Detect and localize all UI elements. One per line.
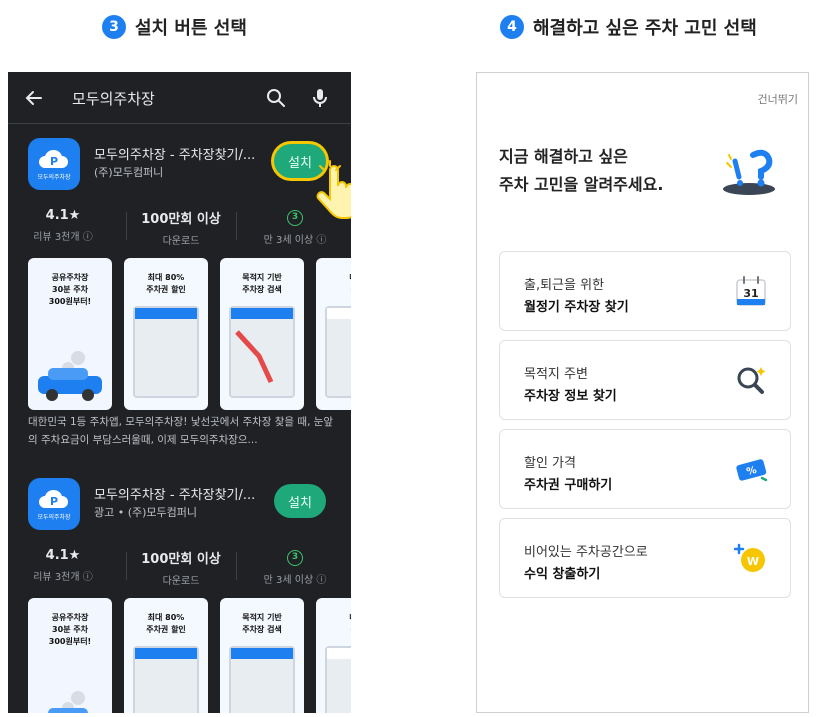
svg-text:P: P <box>50 495 58 508</box>
screenshot-4[interactable]: 내 주 유료 <box>316 258 351 410</box>
option-earn-income[interactable]: 비어있는 주차공간으로 수익 창출하기 W <box>499 518 791 598</box>
option-discount-ticket[interactable]: 할인 가격 주차권 구매하기 % <box>499 429 791 509</box>
install-button[interactable]: 설치 <box>274 484 326 518</box>
step-4-heading: 4 해결하고 싶은 주차 고민 선택 <box>500 14 757 40</box>
option-subtitle: 할인 가격 <box>524 456 576 471</box>
screenshot-4[interactable]: 내 주 유료 <box>316 598 351 713</box>
screenshot-caption: 내 주 유료 <box>316 612 351 636</box>
app-stats: 4.1★ 리뷰 3천개 ⓘ 100만회 이상 다운로드 3 만 3세 이상 ⓘ <box>8 548 351 588</box>
age-rating-badge: 3 <box>287 550 303 566</box>
review-count[interactable]: 리뷰 3천개 ⓘ <box>28 228 98 243</box>
option-subtitle: 출,퇴근을 위한 <box>524 278 605 293</box>
screenshot-carousel[interactable]: 공유주차장 30분 주차 300원부터! 최대 80% 주차권 할인 목적지 기… <box>28 598 351 713</box>
option-title: 주차권 구매하기 <box>524 478 613 493</box>
calendar-icon: 31 <box>736 276 766 306</box>
screenshot-3[interactable]: 목적지 기반 주차장 검색 <box>220 258 304 410</box>
review-count[interactable]: 리뷰 3천개 ⓘ <box>28 568 98 583</box>
app-icon[interactable]: P 모두의주차장 <box>28 138 80 190</box>
option-monthly-parking[interactable]: 출,퇴근을 위한 월정기 주차장 찾기 31 <box>499 251 791 331</box>
magnifier-icon <box>737 367 766 394</box>
screenshot-3[interactable]: 목적지 기반 주차장 검색 <box>220 598 304 713</box>
screenshot-caption: 공유주차장 30분 주차 300원부터! <box>48 273 92 306</box>
car-illustration <box>38 351 102 401</box>
rating-value: 4.1★ <box>45 548 81 563</box>
step-number-badge: 3 <box>102 15 126 39</box>
step-title: 설치 버튼 선택 <box>135 18 247 39</box>
app-developer: (주)모두컴퍼니 <box>94 166 164 179</box>
back-arrow-icon[interactable] <box>22 86 46 110</box>
headline-line-1: 지금 해결하고 싶은 <box>499 147 628 166</box>
screenshot-caption: 목적지 기반 주차장 검색 <box>242 273 282 294</box>
parking-cloud-icon: P <box>39 149 68 168</box>
parking-cloud-icon: P <box>39 489 68 508</box>
screenshot-1[interactable]: 공유주차장 30분 주차 300원부터! <box>28 598 112 713</box>
option-title: 수익 창출하기 <box>524 567 601 582</box>
app-stats: 4.1★ 리뷰 3천개 ⓘ 100만회 이상 다운로드 3 만 3세 이상 ⓘ <box>8 208 351 248</box>
search-bar: 모두의주차장 <box>8 72 351 124</box>
onboarding-headline: 지금 해결하고 싶은 주차 고민을 알려주세요. <box>499 143 663 199</box>
screenshot-1[interactable]: 공유주차장 30분 주차 300원부터! <box>28 258 112 410</box>
skip-link[interactable]: 건너뛰기 <box>758 91 798 107</box>
play-store-screen: 모두의주차장 P 모두의주차장 모두의주차장 - 주차장찾기/... (주)모두… <box>8 72 351 713</box>
option-subtitle: 비어있는 주차공간으로 <box>524 545 648 560</box>
age-rating-badge: 3 <box>287 210 303 226</box>
screenshot-caption: 목적지 기반 주차장 검색 <box>242 613 282 634</box>
screenshot-2[interactable]: 최대 80% 주차권 할인 <box>124 598 208 713</box>
option-subtitle: 목적지 주변 <box>524 367 588 382</box>
app-description[interactable]: 대한민국 1등 주차앱, 모두의주차장! 낯선곳에서 주차장 찾을 때, 눈앞의… <box>28 413 338 449</box>
question-hole-icon <box>723 149 775 195</box>
app-icon-label: 모두의주차장 <box>37 173 71 181</box>
screenshot-caption: 공유주차장 30분 주차 300원부터! <box>48 613 92 646</box>
search-query[interactable]: 모두의주차장 <box>72 88 155 109</box>
option-destination-parking[interactable]: 목적지 주변 주차장 정보 찾기 <box>499 340 791 420</box>
mic-icon[interactable] <box>308 86 332 110</box>
screenshot-carousel[interactable]: 공유주차장 30분 주차 300원부터! 최대 80% 주차권 할인 목적지 기… <box>28 258 351 410</box>
screenshot-caption: 최대 80% 주차권 할인 <box>146 273 186 294</box>
headline-line-2: 주차 고민을 알려주세요. <box>499 175 664 194</box>
svg-text:W: W <box>747 555 759 568</box>
downloads-value: 100만회 이상 <box>141 212 221 227</box>
discount-ticket-icon: % <box>736 459 768 482</box>
coin-icon: W <box>734 543 765 572</box>
screenshot-2[interactable]: 최대 80% 주차권 할인 <box>124 258 208 410</box>
step-3-heading: 3 설치 버튼 선택 <box>102 14 247 40</box>
age-rating-label[interactable]: 만 3세 이상 ⓘ <box>252 571 338 586</box>
step-title: 해결하고 싶은 주차 고민 선택 <box>533 18 757 39</box>
route-line <box>235 330 274 384</box>
car-illustration <box>48 691 88 713</box>
downloads-value: 100만회 이상 <box>141 552 221 567</box>
app-icon-label: 모두의주차장 <box>37 513 71 521</box>
option-title: 월정기 주차장 찾기 <box>524 300 629 315</box>
downloads-label: 다운로드 <box>162 236 200 247</box>
screenshot-caption: 최대 80% 주차권 할인 <box>146 613 186 634</box>
rating-value: 4.1★ <box>45 208 81 223</box>
onboarding-screen: 건너뛰기 지금 해결하고 싶은 주차 고민을 알려주세요. 출,퇴근을 위한 월… <box>476 72 809 713</box>
svg-text:31: 31 <box>743 287 758 300</box>
search-icon[interactable] <box>264 86 288 110</box>
option-title: 주차장 정보 찾기 <box>524 389 617 404</box>
screenshot-caption: 내 주 유료 <box>316 272 351 296</box>
svg-text:P: P <box>50 155 58 168</box>
app-developer: 광고 • (주)모두컴퍼니 <box>94 506 198 519</box>
age-rating-label[interactable]: 만 3세 이상 ⓘ <box>252 231 338 246</box>
app-icon[interactable]: P 모두의주차장 <box>28 478 80 530</box>
app-title[interactable]: 모두의주차장 - 주차장찾기/... <box>94 144 255 163</box>
app-title[interactable]: 모두의주차장 - 주차장찾기/... <box>94 484 255 503</box>
step-number-badge: 4 <box>500 15 524 39</box>
downloads-label: 다운로드 <box>162 576 200 587</box>
